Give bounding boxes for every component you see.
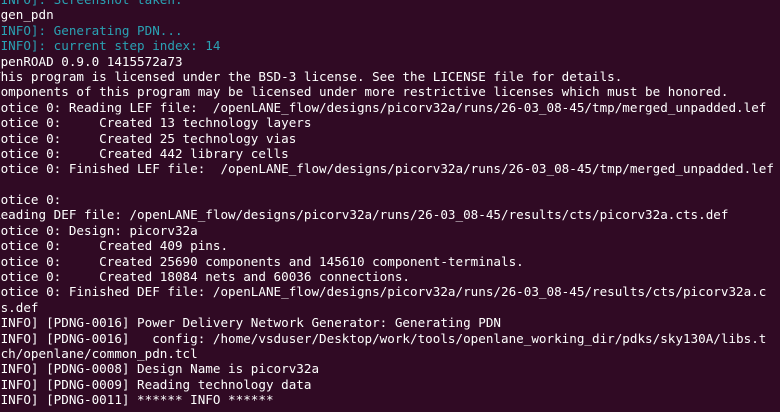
- terminal-window[interactable]: [INFO]: Screenshot taken.[gen_pdn[INFO]:…: [0, 0, 780, 412]
- terminal-line: Components of this program may be licens…: [0, 84, 729, 100]
- terminal-line: [INFO]: Generating PDN...: [0, 22, 183, 38]
- terminal-line: [INFO] [PDNG-0008] Design Name is picorv…: [0, 361, 320, 377]
- terminal-line: Notice 0: Reading LEF file: /openLANE_fl…: [0, 99, 767, 115]
- terminal-line: [INFO] [PDNG-0011] ****** INFO ******: [0, 392, 274, 408]
- terminal-line: OpenROAD 0.9.0 1415572a73: [0, 53, 183, 69]
- terminal-line: Notice 0: Created 18084 nets and 60036 c…: [0, 269, 411, 285]
- terminal-line: Notice 0: Created 25 technology vias: [0, 130, 297, 146]
- terminal-line: Notice 0:: [0, 192, 62, 208]
- terminal-line: Notice 0: Created 25690 components and 1…: [0, 253, 524, 269]
- terminal-line: Notice 0: Finished LEF file: /openLANE_f…: [0, 161, 774, 177]
- terminal-line: [INFO]: Screenshot taken.: [0, 0, 774, 7]
- terminal-line: Reading DEF file: /openLANE_flow/designs…: [0, 207, 729, 223]
- terminal-line: This program is licensed under the BSD-3…: [0, 68, 623, 84]
- terminal-line: [INFO]: current step index: 14: [0, 38, 221, 54]
- terminal-line: Notice 0: Design: picorv32a: [0, 222, 198, 238]
- terminal-line: Notice 0: Created 409 pins.: [0, 238, 229, 254]
- terminal-line: ts.def: [0, 299, 39, 315]
- terminal-line: Notice 0: Finished DEF file: /openLANE_f…: [0, 284, 767, 300]
- terminal-line: [INFO] [PDNG-0009] Reading technology da…: [0, 376, 312, 392]
- terminal-output: [INFO]: Screenshot taken.[gen_pdn[INFO]:…: [0, 0, 774, 408]
- terminal-line: Notice 0: Created 442 library cells: [0, 145, 289, 161]
- terminal-line: [INFO] [PDNG-0016] Power Delivery Networ…: [0, 315, 501, 331]
- terminal-line: Notice 0: Created 13 technology layers: [0, 115, 312, 131]
- terminal-line: [INFO] [PDNG-0016] config: /home/vsduser…: [0, 330, 767, 346]
- terminal-line: [gen_pdn: [0, 7, 54, 23]
- terminal-line: ech/openlane/common_pdn.tcl: [0, 345, 198, 361]
